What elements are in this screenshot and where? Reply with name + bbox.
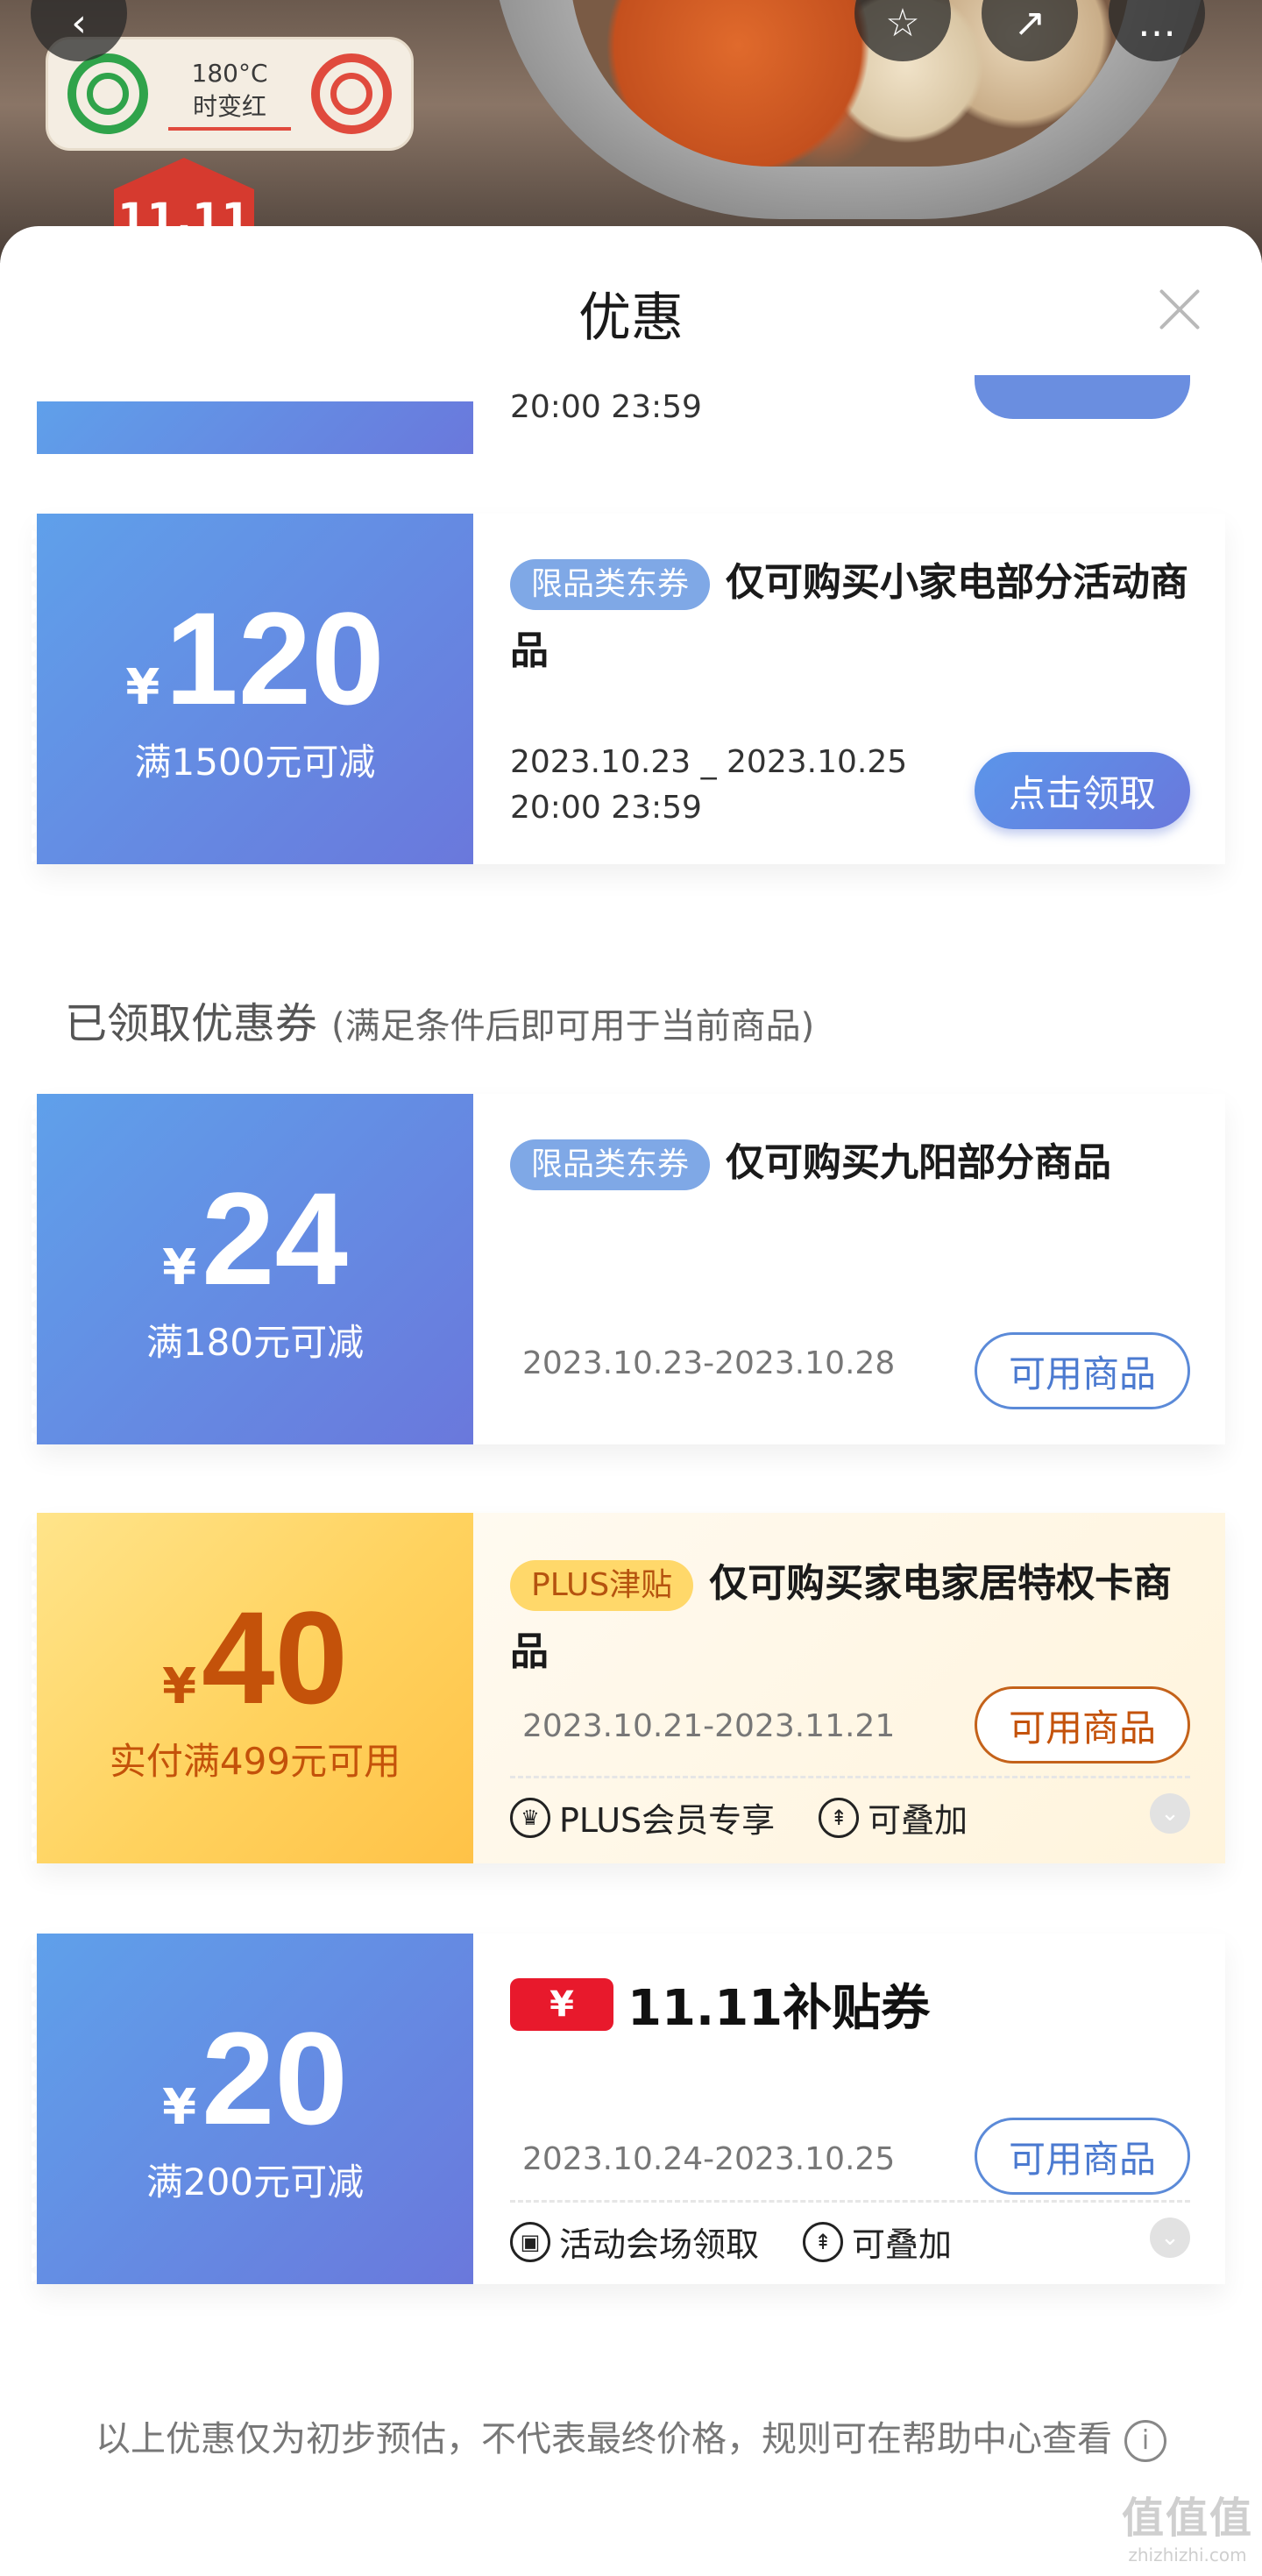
- coupon-amount: 20: [202, 2004, 348, 2152]
- coupon-date: 20:00 23:59: [510, 389, 702, 425]
- coupon-amount: 24: [202, 1164, 348, 1312]
- coupon-features: ▣ 活动会场领取 ⇞ 可叠加: [510, 2218, 1190, 2266]
- stack-icon: ⇞: [803, 2221, 844, 2262]
- feature-stackable: 可叠加: [868, 1801, 968, 1840]
- info-icon[interactable]: i: [1124, 2420, 1166, 2462]
- coupon-amount-area: ¥ 120 满1500元可减: [32, 514, 473, 864]
- close-icon[interactable]: [1157, 287, 1201, 331]
- coupon-amount-area: ¥ 40 实付满499元可用: [32, 1513, 473, 1863]
- dashed-divider: [510, 2200, 1190, 2203]
- expand-icon[interactable]: ⌄: [1150, 1793, 1190, 1834]
- available-products-button[interactable]: 可用商品: [975, 1332, 1190, 1409]
- claim-button[interactable]: [975, 375, 1190, 419]
- subsidy-coupon-title: 11.11补贴券: [627, 1980, 931, 2037]
- currency-symbol: ¥: [125, 658, 160, 716]
- coupon-condition: 满180元可减: [145, 1320, 365, 1364]
- coupon-date: 2023.10.21-2023.11.21: [522, 1708, 896, 1744]
- subsidy-coupon-logo: ¥ 11.11补贴券: [510, 1969, 1190, 2040]
- sheet-title: 优惠: [578, 287, 684, 349]
- available-products-button[interactable]: 可用商品: [975, 1686, 1190, 1763]
- currency-symbol: ¥: [162, 2078, 197, 2136]
- badge-line1: 180°C: [191, 59, 268, 88]
- coupon-condition: 实付满499元可用: [109, 1739, 401, 1783]
- expand-icon[interactable]: ⌄: [1150, 2218, 1190, 2258]
- coupon-details: 限品类东券 仅可购买九阳部分商品 2023.10.23-2023.10.28 可用…: [473, 1094, 1225, 1444]
- coupon-amount-area: ¥ 20 满200元可减: [32, 1934, 473, 2284]
- coupon-card: ¥ 24 满180元可减 限品类东券 仅可购买九阳部分商品 2023.10.23-…: [32, 1094, 1225, 1444]
- coupon-condition: 满1500元可减: [134, 740, 376, 784]
- product-image-background: 180°C 时变红 11.11 ‹ ☆ ↗ …: [0, 0, 1262, 263]
- discount-sheet: 优惠 20:00 23:59 ¥ 120 满1500元可减 限品类东券 仅可购买小…: [0, 226, 1262, 2576]
- currency-symbol: ¥: [162, 1238, 197, 1296]
- red-ring-icon: [311, 53, 392, 134]
- coupon-date: 2023.10.23-2023.10.28: [522, 1345, 896, 1381]
- coupon-condition: 满200元可减: [145, 2160, 365, 2203]
- claimed-section-title: 已领取优惠券 (满足条件后即可用于当前商品): [65, 999, 815, 1048]
- arrow-icon: [168, 127, 291, 131]
- coupon-features: ♛ PLUS会员专享 ⇞ 可叠加: [510, 1793, 1190, 1842]
- disclaimer-note: 以上优惠仅为初步预估，不代表最终价格，规则可在帮助中心查看 i: [70, 2413, 1192, 2466]
- currency-symbol: ¥: [162, 1657, 197, 1715]
- ticket-icon: ▣: [510, 2221, 550, 2262]
- coupon-tag: 限品类东券: [510, 1139, 711, 1190]
- feature-plus-exclusive: PLUS会员专享: [559, 1801, 776, 1840]
- claimed-section-note: (满足条件后即可用于当前商品): [331, 1006, 815, 1047]
- coupon-amount: 120: [165, 584, 385, 732]
- feature-venue-claim: 活动会场领取: [559, 2225, 760, 2264]
- coupon-card-subsidy: ¥ 20 满200元可减 ¥ 11.11补贴券 2023.10.24-2023.…: [32, 1934, 1225, 2284]
- coupon-date: 2023.10.24-2023.10.25: [522, 2141, 896, 2177]
- badge-line2: 时变红: [192, 92, 266, 121]
- dashed-divider: [510, 1776, 1190, 1778]
- available-products-button[interactable]: 可用商品: [975, 2118, 1190, 2195]
- coupon-details: 限品类东券 仅可购买小家电部分活动商品 2023.10.23 _ 2023.10.…: [473, 514, 1225, 864]
- stack-icon: ⇞: [819, 1797, 860, 1838]
- coupon-date-start: 2023.10.23 _ 2023.10.25: [510, 744, 908, 780]
- coupon-amount-area: ¥ 24 满180元可减: [32, 1094, 473, 1444]
- green-ring-icon: [67, 53, 148, 134]
- coupon-details: PLUS津贴 仅可购买家电家居特权卡商品 2023.10.21-2023.11.2…: [473, 1513, 1225, 1863]
- coupon-amount: 40: [202, 1583, 348, 1731]
- coupon-amount-area: [32, 401, 473, 454]
- coupon-card-plus: ¥ 40 实付满499元可用 PLUS津贴 仅可购买家电家居特权卡商品 2023.…: [32, 1513, 1225, 1863]
- yen-badge-icon: ¥: [510, 1977, 613, 2031]
- coupon-details: ¥ 11.11补贴券 2023.10.24-2023.10.25 可用商品 ▣ …: [473, 1934, 1225, 2284]
- claim-button[interactable]: 点击领取: [975, 752, 1190, 829]
- coupon-tag: PLUS津贴: [510, 1560, 694, 1611]
- coupon-card: ¥ 120 满1500元可减 限品类东券 仅可购买小家电部分活动商品 2023.1…: [32, 514, 1225, 864]
- feature-stackable: 可叠加: [852, 2225, 953, 2264]
- coupon-card-partial: 20:00 23:59: [32, 375, 1225, 454]
- watermark: 值值值 zhizhizhi.com: [1121, 2494, 1253, 2565]
- coupon-tag: 限品类东券: [510, 559, 711, 610]
- coupon-title: 仅可购买九阳部分商品: [726, 1140, 1112, 1185]
- crown-icon: ♛: [510, 1797, 550, 1838]
- coupon-date-time: 20:00 23:59: [510, 790, 702, 826]
